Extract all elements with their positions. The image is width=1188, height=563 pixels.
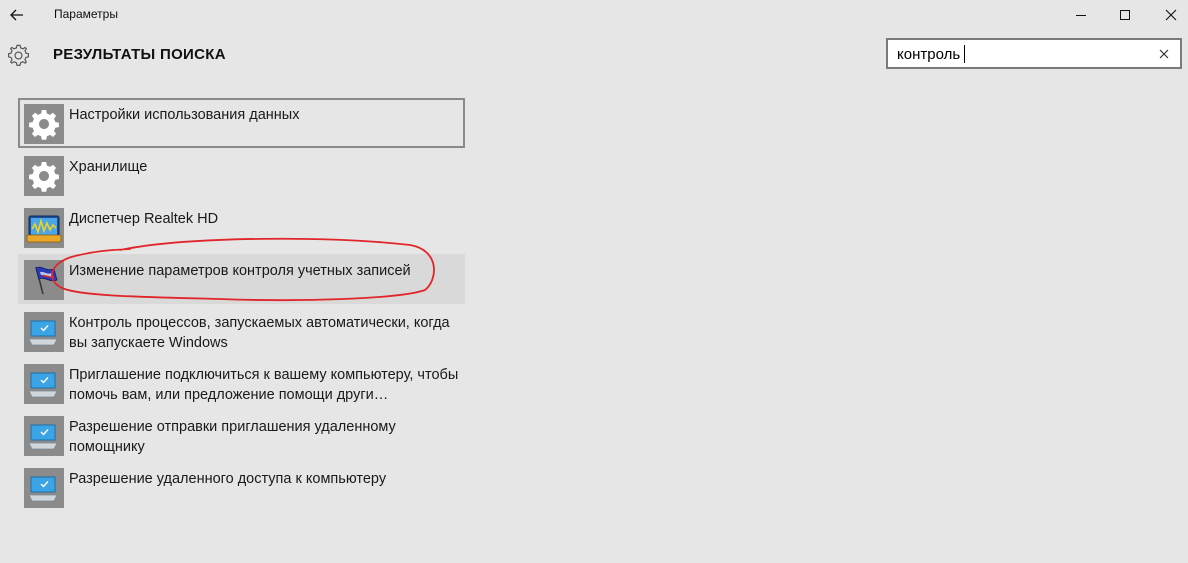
computer-icon <box>28 320 58 346</box>
result-item[interactable]: Диспетчер Realtek HD <box>18 202 465 252</box>
gear-icon <box>29 110 59 140</box>
maximize-button[interactable] <box>1102 0 1148 30</box>
back-button[interactable] <box>0 0 34 30</box>
gear-icon <box>7 44 30 66</box>
result-item[interactable]: Приглашение подключиться к вашему компью… <box>18 358 465 408</box>
uac-flag-icon <box>35 266 58 295</box>
result-item[interactable]: Разрешение отправки приглашения удаленно… <box>18 410 465 460</box>
result-icon-tile <box>24 260 64 300</box>
result-label: Разрешение отправки приглашения удаленно… <box>69 419 396 455</box>
computer-icon <box>28 372 58 398</box>
computer-icon <box>28 476 58 502</box>
page-title: РЕЗУЛЬТАТЫ ПОИСКА <box>53 46 226 63</box>
search-input[interactable] <box>897 45 1147 63</box>
result-item[interactable]: Контроль процессов, запускаемых автомати… <box>18 306 465 356</box>
result-item[interactable]: Разрешение удаленного доступа к компьюте… <box>18 462 465 512</box>
result-label: Изменение параметров контроля учетных за… <box>69 263 411 279</box>
close-icon <box>1165 9 1177 21</box>
result-icon-tile <box>24 156 64 196</box>
close-button[interactable] <box>1148 0 1188 30</box>
window-title: Параметры <box>54 7 118 21</box>
maximize-icon <box>1120 10 1130 20</box>
result-item[interactable]: Хранилище <box>18 150 465 200</box>
result-label: Контроль процессов, запускаемых автомати… <box>69 315 450 351</box>
result-label: Диспетчер Realtek HD <box>69 211 219 227</box>
result-label: Разрешение удаленного доступа к компьюте… <box>69 471 387 487</box>
minimize-button[interactable] <box>1058 0 1104 30</box>
result-icon-tile <box>24 312 64 352</box>
text-caret <box>964 45 965 63</box>
result-label: Настройки использования данных <box>69 107 300 123</box>
minimize-icon <box>1076 15 1086 16</box>
search-box[interactable] <box>886 38 1182 69</box>
result-icon-tile <box>24 364 64 404</box>
result-item[interactable]: Изменение параметров контроля учетных за… <box>18 254 465 304</box>
result-label: Хранилище <box>69 159 148 175</box>
result-icon-tile <box>24 104 64 144</box>
back-arrow-icon <box>10 9 23 21</box>
search-clear-button[interactable] <box>1156 45 1172 63</box>
clear-icon <box>1159 49 1169 59</box>
result-icon-tile <box>24 468 64 508</box>
computer-icon <box>28 424 58 450</box>
result-label: Приглашение подключиться к вашему компью… <box>69 367 459 403</box>
realtek-audio-icon <box>26 215 62 243</box>
result-icon-tile <box>24 208 64 248</box>
gear-icon <box>29 162 59 192</box>
result-item[interactable]: Настройки использования данных <box>18 98 465 148</box>
result-icon-tile <box>24 416 64 456</box>
title-bar: Параметры <box>0 0 1188 30</box>
